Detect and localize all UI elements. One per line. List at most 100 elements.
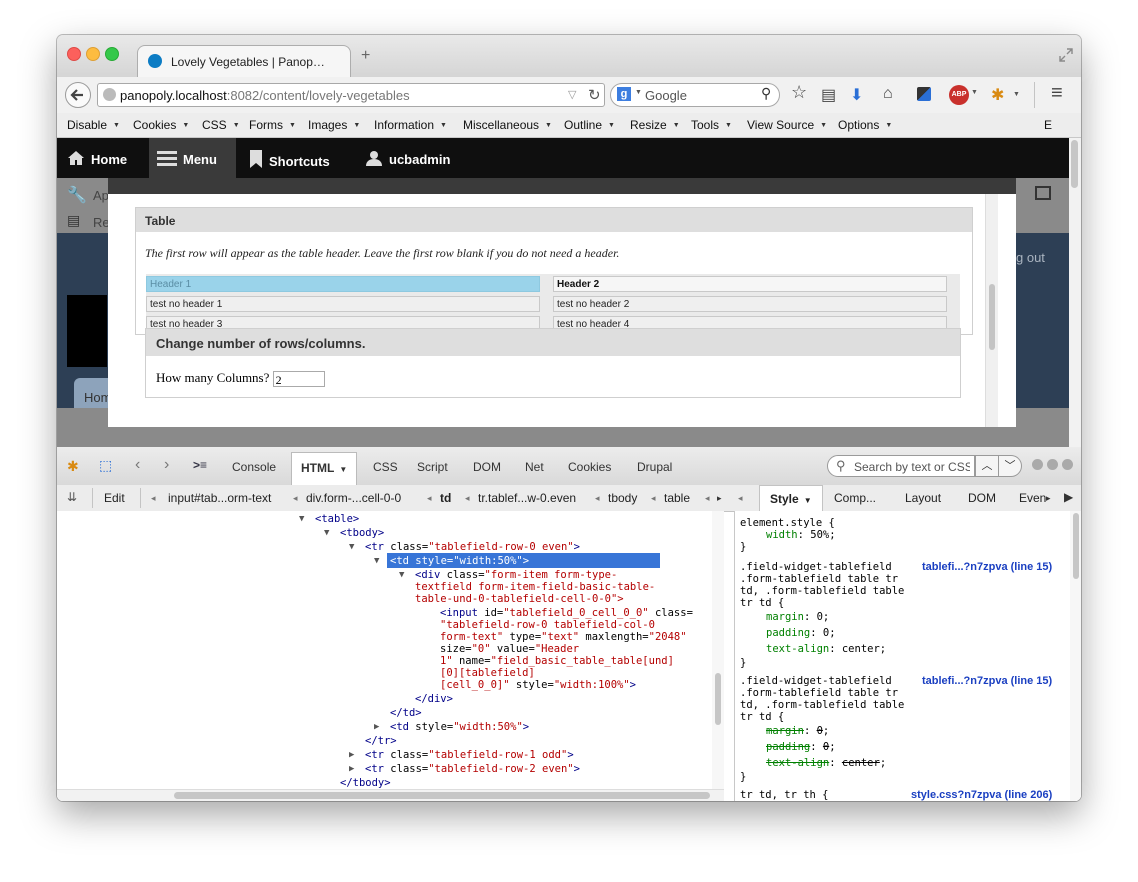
page-scrollbar[interactable] [1069, 138, 1081, 447]
html-pane-vscrollbar[interactable] [712, 511, 724, 789]
collapsed-twisty-icon[interactable]: ▶ [374, 722, 379, 732]
tab-html[interactable]: HTML ▼ [291, 452, 358, 485]
side-more-icon[interactable]: ▶ [1064, 490, 1073, 504]
html-line-input[interactable]: <input id="tablefield_0_cell_0_0" class= [440, 607, 693, 619]
bookmark-star-dropdown-icon[interactable]: ▽ [568, 88, 576, 101]
adblock-dropdown-icon[interactable]: ▼ [971, 89, 978, 96]
breadcrumb-div[interactable]: div.form-...cell-0-0 [306, 491, 401, 505]
expanded-twisty-icon[interactable]: ▼ [324, 528, 329, 538]
search-icon[interactable]: ⚲ [761, 85, 771, 102]
html-line-td-selected[interactable]: <td style="width:50%"> [390, 555, 529, 567]
cell-1-0-input[interactable]: test no header 1 [146, 296, 540, 312]
html-line-table[interactable]: <table> [315, 513, 359, 525]
close-window-button[interactable] [67, 47, 81, 61]
html-line-tbody[interactable]: <tbody> [340, 527, 384, 539]
html-pane-hscrollbar[interactable] [57, 789, 724, 801]
edit-button[interactable]: Edit [104, 491, 125, 505]
tab-console[interactable]: Console [232, 460, 276, 474]
persist-icon[interactable]: ⇊ [67, 490, 77, 504]
html-line-tr-0[interactable]: <tr class="tablefield-row-0 even"> [365, 541, 580, 553]
new-tab-button[interactable]: + [361, 47, 370, 65]
css-declaration[interactable]: text-align: center; [766, 643, 886, 655]
url-bar[interactable]: panopoly.localhost:8082/content/lovely-v… [97, 83, 605, 107]
tab-drupal[interactable]: Drupal [637, 460, 672, 474]
collapsed-twisty-icon[interactable]: ▶ [349, 764, 354, 774]
toolbar-user[interactable]: ucbadmin [365, 150, 450, 167]
minimize-firebug-icon[interactable] [1032, 459, 1043, 470]
minimize-window-button[interactable] [86, 47, 100, 61]
html-line-tr-1[interactable]: <tr class="tablefield-row-1 odd"> [365, 749, 574, 761]
search-previous-icon[interactable]: ︿ [975, 455, 999, 477]
tab-cookies[interactable]: Cookies [568, 460, 611, 474]
detach-firebug-icon[interactable] [1047, 459, 1058, 470]
css-rule-selector[interactable]: td, .form-tablefield table [740, 585, 904, 597]
css-rule-selector[interactable]: .form-tablefield table tr [740, 687, 898, 699]
side-tab-layout[interactable]: Layout [905, 491, 941, 505]
breadcrumb-tr[interactable]: tr.tablef...w-0.even [478, 491, 576, 505]
toolbar-shortcuts[interactable]: Shortcuts [249, 150, 330, 169]
menu-options[interactable]: Options ▼ [838, 118, 892, 132]
css-rule-selector[interactable]: tr td { [740, 711, 784, 723]
menu-disable[interactable]: Disable ▼ [67, 118, 120, 132]
crumb-scroll-right-icon[interactable]: ▸ [717, 493, 722, 504]
css-source-link[interactable]: tablefi...?n7zpva (line 15) [922, 675, 1052, 687]
search-next-icon[interactable]: ﹀ [998, 455, 1022, 477]
css-source-link[interactable]: tablefi...?n7zpva (line 15) [922, 561, 1052, 573]
collapsed-twisty-icon[interactable]: ▶ [349, 750, 354, 760]
adblock-icon[interactable]: ABP [949, 85, 969, 105]
tab-dom[interactable]: DOM [473, 460, 501, 474]
menu-overflow[interactable]: E [1044, 118, 1052, 132]
html-line-tbody-close[interactable]: </tbody> [340, 777, 391, 789]
html-line-td-close[interactable]: </td> [390, 707, 422, 719]
menu-tools[interactable]: Tools ▼ [691, 118, 732, 132]
html-line-div-close[interactable]: </div> [415, 693, 453, 705]
crumb-scroll-left-icon[interactable]: ◂ [705, 493, 710, 504]
menu-information[interactable]: Information ▼ [374, 118, 447, 132]
close-firebug-icon[interactable] [1062, 459, 1073, 470]
change-legend[interactable]: Change number of rows/columns. [146, 329, 960, 356]
breadcrumb-tbody[interactable]: tbody [608, 491, 637, 505]
css-overridden-declaration[interactable]: margin: 0; [766, 725, 829, 737]
firebug-search-input[interactable]: ⚲ Search by text or CSS [827, 455, 975, 477]
expanded-twisty-icon[interactable]: ▼ [299, 514, 304, 524]
html-pane-hscrollbar-thumb[interactable] [174, 792, 710, 799]
menu-resize[interactable]: Resize ▼ [630, 118, 680, 132]
back-nav-icon[interactable]: ‹ [135, 456, 140, 474]
zoom-window-button[interactable] [105, 47, 119, 61]
css-rule-selector[interactable]: tr td { [740, 597, 784, 609]
breadcrumb-table[interactable]: table [664, 491, 690, 505]
css-overridden-declaration[interactable]: text-align: center; [766, 757, 886, 769]
tab-script[interactable]: Script [417, 460, 448, 474]
reading-list-icon[interactable]: ▤ [821, 85, 836, 105]
css-rule-selector[interactable]: tr td, tr th { [740, 789, 829, 801]
menu-miscellaneous[interactable]: Miscellaneous ▼ [463, 118, 552, 132]
tab-css[interactable]: CSS [373, 460, 398, 474]
cell-0-1-input[interactable]: Header 2 [553, 276, 947, 292]
inspect-element-icon[interactable]: ⬚ [99, 457, 112, 474]
side-tab-events[interactable]: Even [1019, 491, 1046, 505]
menu-images[interactable]: Images ▼ [308, 118, 360, 132]
breadcrumb-td[interactable]: td [440, 491, 451, 505]
sync-icon[interactable] [917, 87, 931, 101]
expanded-twisty-icon[interactable]: ▼ [349, 542, 354, 552]
breadcrumb-input[interactable]: input#tab...orm-text [168, 491, 271, 505]
tab-net[interactable]: Net [525, 460, 544, 474]
css-rule-selector[interactable]: td, .form-tablefield table [740, 699, 904, 711]
side-tab-computed[interactable]: Comp... [834, 491, 876, 505]
expanded-twisty-icon[interactable]: ▼ [399, 570, 404, 580]
menu-cookies[interactable]: Cookies ▼ [133, 118, 189, 132]
firebug-icon[interactable]: ✱ [991, 85, 1004, 105]
back-button[interactable] [65, 82, 91, 108]
firebug-dropdown-icon[interactable]: ▼ [1013, 91, 1020, 98]
toolbar-home[interactable]: Home [67, 150, 127, 167]
modal-scrollbar[interactable] [985, 194, 998, 427]
columns-input[interactable]: 2 [272, 371, 325, 388]
fullscreen-icon[interactable] [1059, 48, 1073, 62]
css-declaration[interactable]: padding: 0; [766, 627, 836, 639]
html-line-tr-close[interactable]: </tr> [365, 735, 397, 747]
browser-tab[interactable]: Lovely Vegetables | Panop… [137, 45, 351, 77]
forward-nav-icon[interactable]: › [164, 456, 169, 474]
search-bar[interactable]: g ▼ Google ⚲ [610, 83, 780, 107]
html-line-div[interactable]: <div class="form-item form-type- [415, 569, 617, 581]
cell-0-0-input[interactable]: Header 1 [146, 276, 540, 292]
